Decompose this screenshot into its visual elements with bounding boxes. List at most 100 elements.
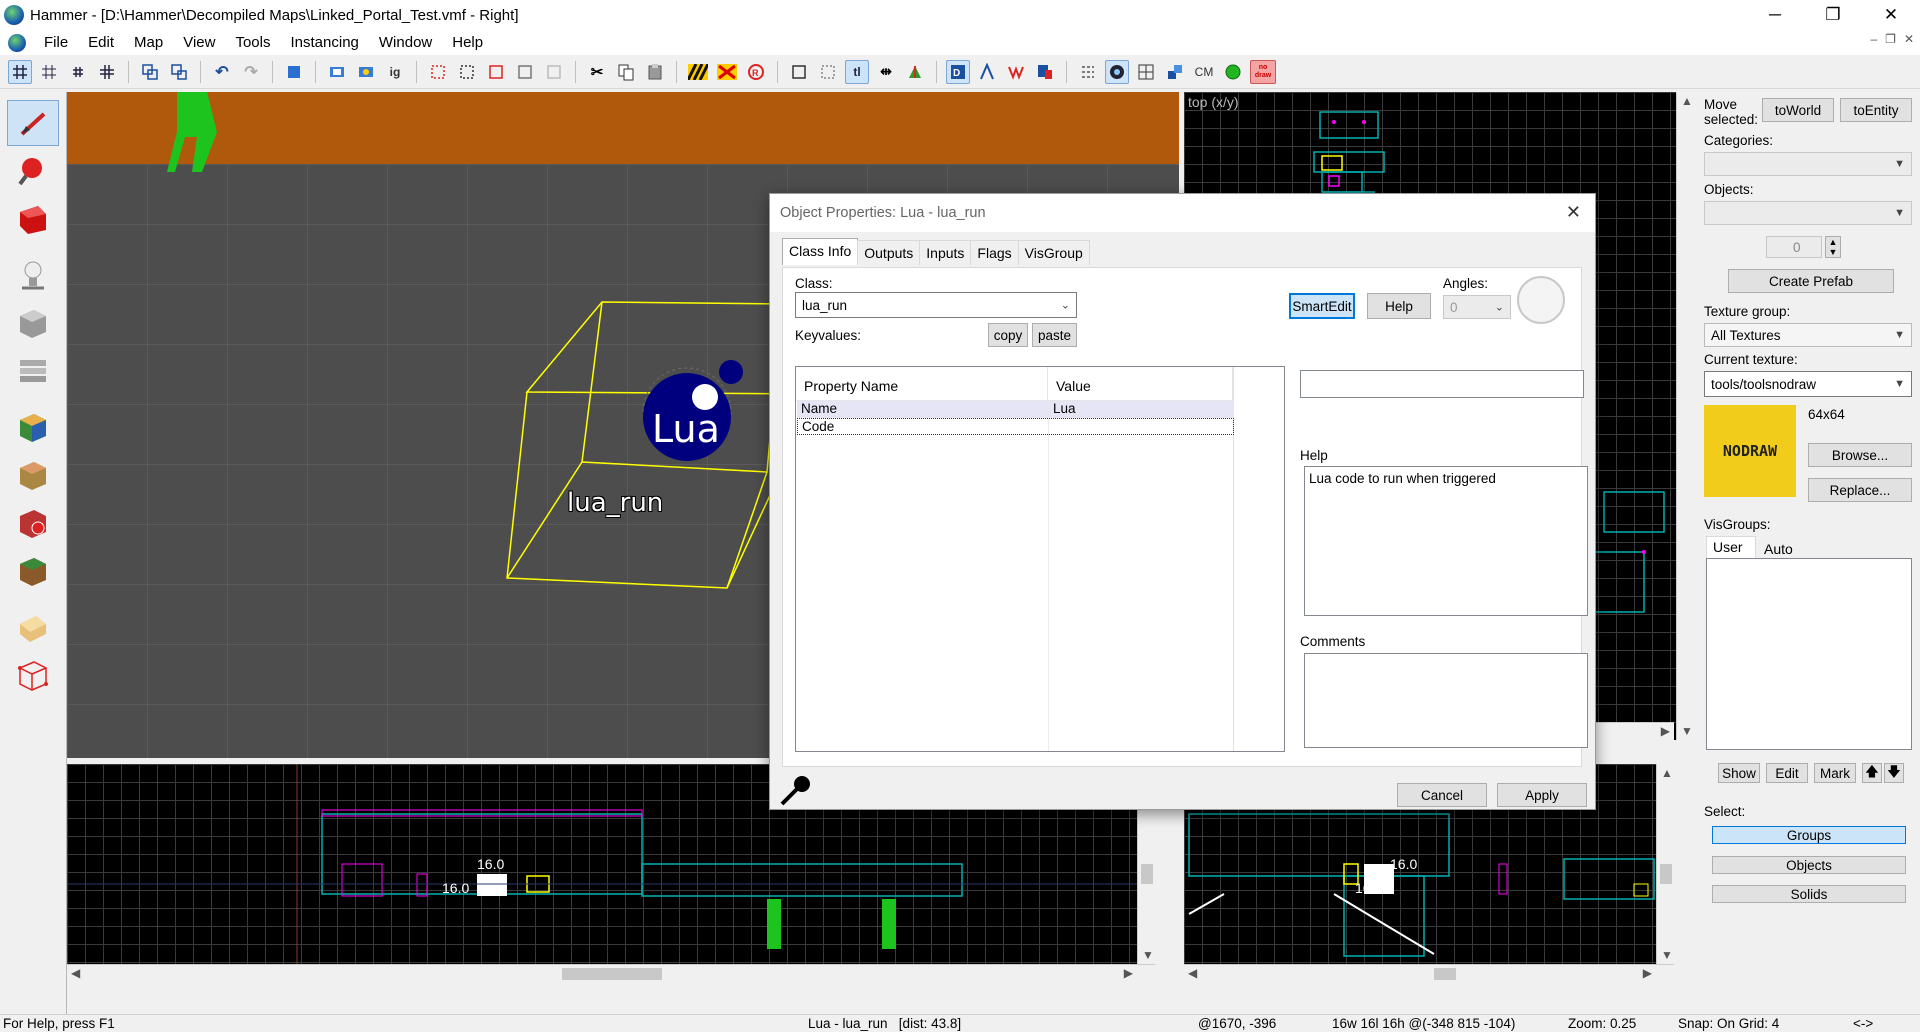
top-view-vscroll[interactable]: ▲ ▼: [1676, 92, 1694, 740]
table-row[interactable]: Name Lua: [797, 401, 1234, 418]
tab-visgroup[interactable]: VisGroup: [1017, 240, 1090, 265]
front-view-vscroll[interactable]: ▲ ▼: [1656, 764, 1674, 964]
path-tool[interactable]: [7, 652, 59, 698]
mark-button[interactable]: Mark: [1814, 763, 1856, 783]
vertex-tool[interactable]: [7, 604, 59, 650]
move-up-button[interactable]: 🡅: [1862, 763, 1882, 783]
paste-button[interactable]: paste: [1032, 323, 1077, 347]
visgroup-tab-auto[interactable]: Auto: [1756, 538, 1806, 558]
objects-select[interactable]: ▼: [1704, 201, 1912, 225]
move-down-button[interactable]: 🡇: [1884, 763, 1904, 783]
show-lights-icon[interactable]: [1033, 60, 1057, 84]
eyedropper-icon[interactable]: [778, 774, 812, 806]
hide-selected-icon[interactable]: [325, 60, 349, 84]
entity-tool[interactable]: [7, 252, 59, 298]
clip-tool[interactable]: [7, 548, 59, 594]
visgroup-tab-user[interactable]: User: [1706, 536, 1756, 558]
minimize-button[interactable]: ─: [1746, 0, 1804, 30]
flip-horizontal-icon[interactable]: ⇹: [874, 60, 898, 84]
portal-icon[interactable]: [1105, 59, 1129, 84]
categories-select[interactable]: ▼: [1704, 152, 1912, 176]
document-icon[interactable]: [8, 33, 26, 52]
ig-toggle[interactable]: ig: [383, 60, 407, 84]
replace-button[interactable]: Replace...: [1808, 478, 1912, 502]
camera-tool[interactable]: [7, 196, 59, 242]
menu-view[interactable]: View: [173, 34, 225, 51]
smartedit-button[interactable]: SmartEdit: [1289, 293, 1355, 319]
mdi-restore-button[interactable]: ❐: [1885, 32, 1896, 46]
cancel-button[interactable]: Cancel: [1397, 783, 1487, 807]
menu-tools[interactable]: Tools: [225, 34, 280, 51]
green-blob-icon[interactable]: [1221, 60, 1245, 84]
paste-icon[interactable]: [643, 60, 667, 84]
block-tool[interactable]: [7, 300, 59, 346]
menu-map[interactable]: Map: [124, 34, 173, 51]
tab-outputs[interactable]: Outputs: [857, 240, 921, 265]
comments-box[interactable]: [1304, 653, 1588, 748]
column-property-name[interactable]: Property Name: [796, 367, 1048, 400]
objects-count-spinner[interactable]: 0: [1766, 236, 1822, 258]
ungroup-icon[interactable]: [167, 60, 191, 84]
to-world-button[interactable]: toWorld: [1762, 98, 1834, 122]
undo-icon[interactable]: ↶: [210, 60, 234, 84]
apply-button[interactable]: Apply: [1497, 783, 1587, 807]
carve-icon[interactable]: [282, 60, 306, 84]
mdi-close-button[interactable]: ✕: [1904, 32, 1914, 46]
browse-button[interactable]: Browse...: [1808, 443, 1912, 467]
tl-toggle[interactable]: tl: [845, 59, 869, 84]
edit-button[interactable]: Edit: [1766, 763, 1808, 783]
menu-file[interactable]: File: [34, 34, 78, 51]
menu-instancing[interactable]: Instancing: [281, 34, 369, 51]
menu-edit[interactable]: Edit: [78, 34, 124, 51]
texture-lock-icon[interactable]: [484, 60, 508, 84]
nodraw-toggle[interactable]: no draw: [1250, 59, 1276, 84]
grid-smaller-icon[interactable]: [66, 60, 90, 84]
angles-select[interactable]: 0 ⌄: [1443, 295, 1511, 319]
flip-vertical-icon[interactable]: [903, 60, 927, 84]
maximize-button[interactable]: ❐: [1804, 0, 1862, 30]
front-view-hscroll[interactable]: ◀ ▶: [1184, 964, 1674, 982]
redo-icon[interactable]: ↷: [239, 60, 263, 84]
tab-inputs[interactable]: Inputs: [919, 240, 972, 265]
show-helpers-icon[interactable]: D: [946, 59, 970, 84]
menu-help[interactable]: Help: [442, 34, 493, 51]
cut-icon[interactable]: ✂: [585, 60, 609, 84]
grid-3d-icon[interactable]: [37, 60, 61, 84]
copy-button[interactable]: copy: [988, 323, 1028, 347]
to-entity-button[interactable]: toEntity: [1840, 98, 1912, 122]
class-select[interactable]: lua_run ⌄: [795, 292, 1077, 318]
show-button[interactable]: Show: [1718, 763, 1760, 783]
cubemap-icon[interactable]: [1134, 60, 1158, 84]
layers-icon[interactable]: [1163, 60, 1187, 84]
select-solids-button[interactable]: Solids: [1712, 885, 1906, 903]
close-window-button[interactable]: ✕: [1862, 0, 1920, 30]
copy-icon[interactable]: [614, 60, 638, 84]
grid-toggle-icon[interactable]: [8, 59, 32, 84]
tab-flags[interactable]: Flags: [970, 240, 1019, 265]
visgroup-list[interactable]: [1706, 558, 1912, 750]
keyvalues-table[interactable]: Property Name Value Name Lua Code: [795, 366, 1285, 752]
hazard-x-icon[interactable]: [715, 60, 739, 84]
selection-tool[interactable]: [7, 100, 59, 146]
cm-toggle[interactable]: CM: [1192, 60, 1216, 84]
decal-tool[interactable]: [7, 452, 59, 498]
table-row-selected[interactable]: Code: [797, 418, 1234, 435]
texture-scale-lock-icon[interactable]: [513, 60, 537, 84]
selection-box-icon[interactable]: [816, 60, 840, 84]
move-to-world-icon[interactable]: [455, 60, 479, 84]
texture-preview[interactable]: NODRAW: [1704, 405, 1796, 497]
spinner-updown[interactable]: ▲ ▼: [1825, 236, 1841, 258]
value-edit-field[interactable]: [1300, 370, 1584, 398]
select-objects-button[interactable]: Objects: [1712, 856, 1906, 874]
mdi-minimize-button[interactable]: –: [1870, 32, 1877, 46]
dialog-close-icon[interactable]: ✕: [1566, 202, 1581, 223]
group-icon[interactable]: [138, 60, 162, 84]
menu-window[interactable]: Window: [369, 34, 442, 51]
texture-group-select[interactable]: All Textures ▼: [1704, 323, 1912, 347]
select-groups-button[interactable]: Groups: [1712, 826, 1906, 844]
hazard-stripes-icon[interactable]: [686, 60, 710, 84]
create-prefab-button[interactable]: Create Prefab: [1728, 269, 1894, 293]
grid-larger-icon[interactable]: [95, 60, 119, 84]
tab-class-info[interactable]: Class Info: [782, 238, 859, 265]
overlay-tool[interactable]: [7, 500, 59, 546]
